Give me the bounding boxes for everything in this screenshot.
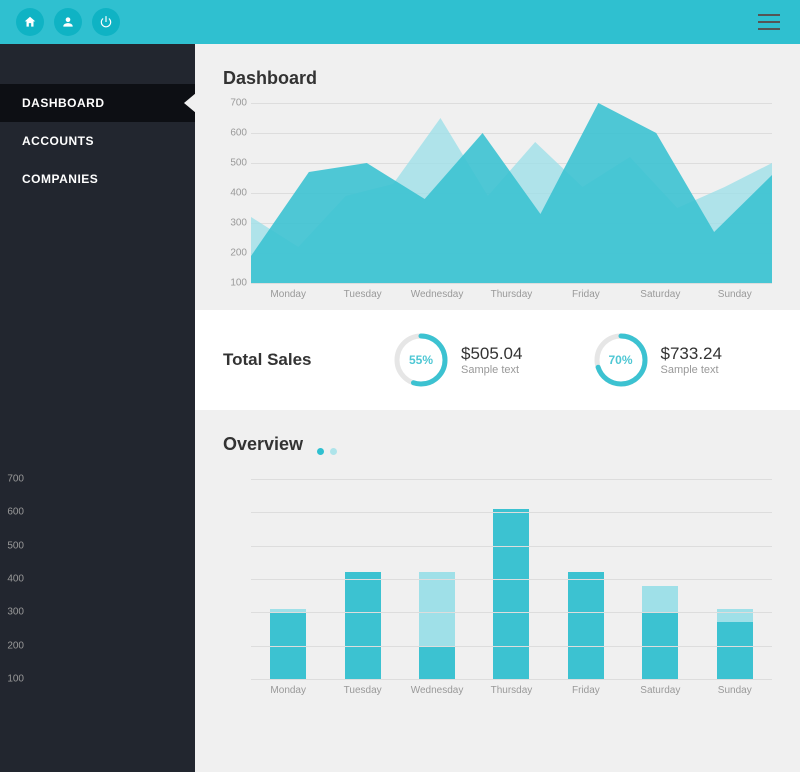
donut-1: 55% bbox=[393, 332, 449, 388]
area-xlabel: Saturday bbox=[623, 289, 697, 300]
donut-2-label: 70% bbox=[593, 332, 649, 388]
donut-1-label: 55% bbox=[393, 332, 449, 388]
stat-2-amount: $733.24 bbox=[661, 344, 722, 364]
bar bbox=[642, 586, 678, 679]
bar bbox=[270, 609, 306, 679]
bar bbox=[717, 609, 753, 679]
area-xlabel: Tuesday bbox=[325, 289, 399, 300]
bar bbox=[419, 572, 455, 679]
dot-2[interactable] bbox=[330, 448, 337, 455]
dot-1[interactable] bbox=[317, 448, 324, 455]
main: Dashboard MondayTuesdayWednesdayThursday… bbox=[195, 44, 800, 772]
topbar-left bbox=[16, 8, 120, 36]
total-sales-title: Total Sales bbox=[223, 350, 373, 370]
stat-2: 70% $733.24 Sample text bbox=[593, 332, 773, 388]
bar bbox=[345, 572, 381, 679]
area-chart: MondayTuesdayWednesdayThursdayFridaySatu… bbox=[223, 103, 772, 300]
bar-xlabel: Sunday bbox=[698, 685, 772, 696]
topbar bbox=[0, 0, 800, 44]
overview-dots bbox=[317, 448, 337, 455]
menu-icon[interactable] bbox=[754, 10, 784, 34]
area-ytick: 400 bbox=[223, 188, 247, 199]
bar-xlabel: Wednesday bbox=[400, 685, 474, 696]
bar bbox=[493, 509, 529, 679]
dashboard-panel: Dashboard MondayTuesdayWednesdayThursday… bbox=[195, 44, 800, 310]
area-xlabel: Wednesday bbox=[400, 289, 474, 300]
sidebar: DASHBOARD ACCOUNTS COMPANIES bbox=[0, 44, 195, 772]
area-ytick: 300 bbox=[223, 218, 247, 229]
bar bbox=[568, 572, 604, 679]
stat-1-sub: Sample text bbox=[461, 364, 522, 376]
power-icon[interactable] bbox=[92, 8, 120, 36]
area-ytick: 100 bbox=[223, 278, 247, 289]
area-ytick: 600 bbox=[223, 128, 247, 139]
area-xlabel: Sunday bbox=[698, 289, 772, 300]
stat-1: 55% $505.04 Sample text bbox=[393, 332, 573, 388]
sidebar-item-companies[interactable]: COMPANIES bbox=[0, 160, 195, 198]
sidebar-item-accounts[interactable]: ACCOUNTS bbox=[0, 122, 195, 160]
sidebar-item-dashboard[interactable]: DASHBOARD bbox=[0, 84, 195, 122]
total-sales-panel: Total Sales 55% $505.04 Sample text bbox=[195, 310, 800, 410]
area-xlabel: Friday bbox=[549, 289, 623, 300]
donut-2: 70% bbox=[593, 332, 649, 388]
overview-title: Overview bbox=[223, 434, 303, 455]
bar-xlabel: Tuesday bbox=[325, 685, 399, 696]
bar-xlabel: Friday bbox=[549, 685, 623, 696]
dashboard-title: Dashboard bbox=[223, 68, 772, 89]
stat-2-sub: Sample text bbox=[661, 364, 722, 376]
area-ytick: 200 bbox=[223, 248, 247, 259]
area-ytick: 500 bbox=[223, 158, 247, 169]
bar-xlabel: Thursday bbox=[474, 685, 548, 696]
user-icon[interactable] bbox=[54, 8, 82, 36]
bar-chart bbox=[251, 479, 772, 679]
bar-xlabel: Saturday bbox=[623, 685, 697, 696]
bar-xlabel: Monday bbox=[251, 685, 325, 696]
stat-1-amount: $505.04 bbox=[461, 344, 522, 364]
area-ytick: 700 bbox=[223, 98, 247, 109]
area-xlabel: Thursday bbox=[474, 289, 548, 300]
area-xlabel: Monday bbox=[251, 289, 325, 300]
overview-panel: Overview 100200300400500600700 MondayTue… bbox=[195, 410, 800, 706]
home-icon[interactable] bbox=[16, 8, 44, 36]
